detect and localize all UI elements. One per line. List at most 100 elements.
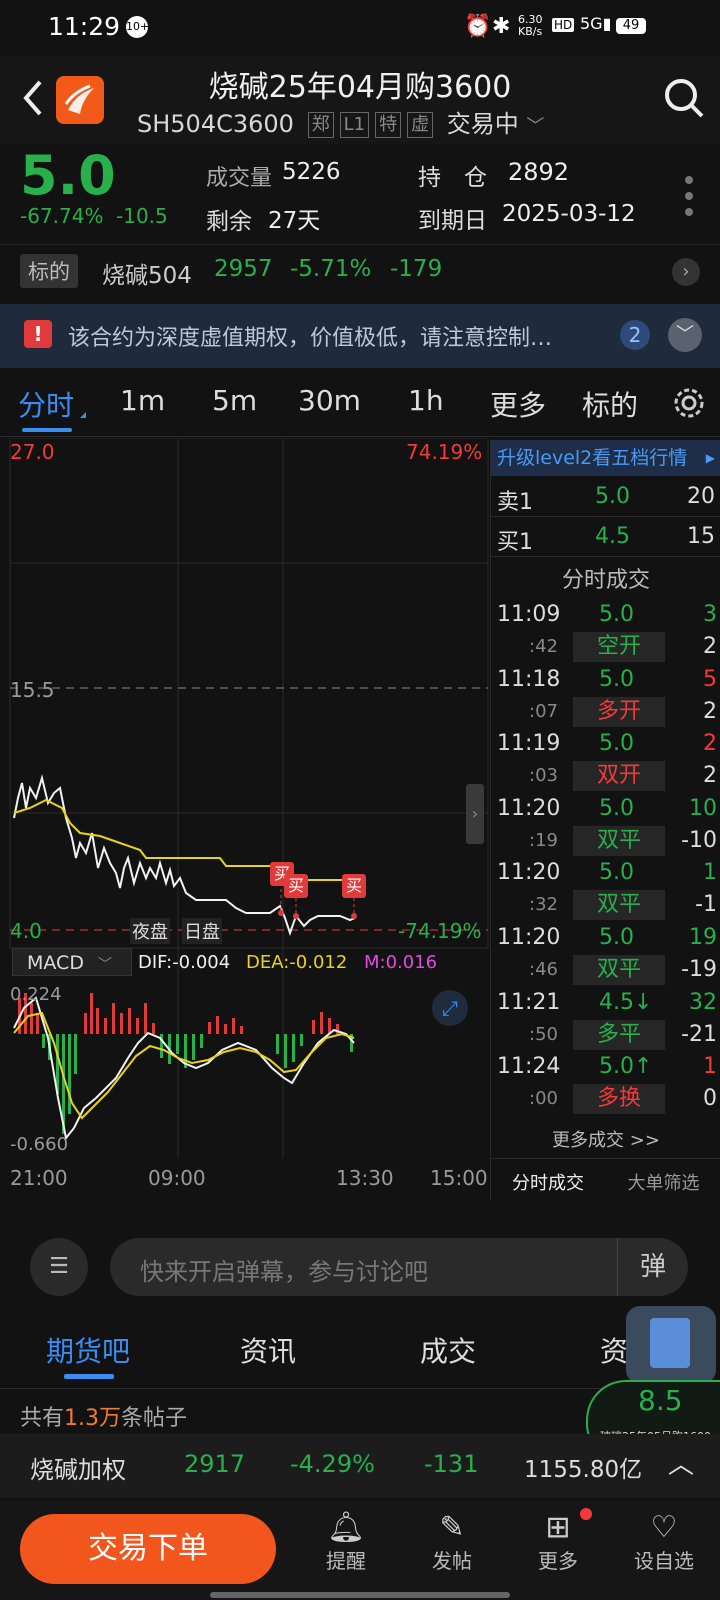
tab-1h[interactable]: 1h bbox=[408, 384, 444, 417]
tab-more[interactable]: 更多 bbox=[490, 384, 546, 424]
tick-oi-change: -10 bbox=[681, 827, 717, 853]
buy-marker[interactable]: 买 bbox=[284, 874, 308, 898]
expand-panel-handle[interactable]: › bbox=[466, 784, 484, 844]
quote-panel: 5.0 -67.74% -10.5 成交量 5226 剩余 27天 持 仓 28… bbox=[0, 144, 720, 245]
underlying-row[interactable]: 标的 烧碱504 2957 -5.71% -179 › bbox=[0, 246, 720, 300]
session-day-label: 日盘 bbox=[182, 918, 222, 944]
tab-5m[interactable]: 5m bbox=[212, 384, 257, 417]
chevron-right-icon[interactable]: › bbox=[672, 258, 700, 286]
tab-news[interactable]: 资讯 bbox=[240, 1330, 296, 1370]
tick-type: 双平 bbox=[573, 955, 665, 985]
tab-30m[interactable]: 30m bbox=[298, 384, 361, 417]
battery-icon: 49 bbox=[616, 18, 646, 34]
more-vert-icon[interactable] bbox=[684, 174, 694, 218]
tick-type: 多开 bbox=[573, 696, 665, 727]
tick-volume: 10 bbox=[689, 795, 717, 821]
tick-time: 11:20 bbox=[497, 925, 561, 950]
more-trades-link[interactable]: 更多成交 >> bbox=[491, 1126, 720, 1152]
expand-icon[interactable]: ﹀ bbox=[668, 318, 702, 352]
buy-marker[interactable]: 买 bbox=[342, 874, 366, 898]
grid-icon: ⊞ bbox=[518, 1508, 598, 1545]
tick-volume: 19 bbox=[689, 925, 717, 950]
underlying-change: -179 bbox=[390, 256, 443, 282]
period-tabs: 分时 1m 5m 30m 1h 更多 标的 bbox=[0, 372, 720, 437]
alert-text: 该合约为深度虚值期权，价值极低，请注意控制… bbox=[68, 326, 553, 351]
tick-time: 11:18 bbox=[497, 666, 561, 692]
floating-notes-widget[interactable] bbox=[626, 1306, 716, 1384]
tick-seconds: :50 bbox=[529, 1023, 558, 1045]
tab-intraday[interactable]: 分时 bbox=[18, 384, 74, 424]
tick-oi-change: 0 bbox=[703, 1086, 717, 1112]
ask-price: 5.0 bbox=[595, 484, 630, 509]
tag-exchange: 郑 bbox=[307, 112, 334, 138]
tag-special: 特 bbox=[375, 112, 402, 138]
tick-row: 11:24 5.0↑ 1:00 多换 0 bbox=[491, 1054, 720, 1118]
search-icon[interactable] bbox=[662, 76, 706, 120]
trading-state[interactable]: 交易中 bbox=[447, 110, 519, 138]
change-percent: -67.74% bbox=[20, 204, 104, 228]
ask-row: 卖1 5.0 20 bbox=[491, 480, 720, 517]
nav-favorite[interactable]: ♡ 设自选 bbox=[624, 1510, 704, 1574]
weighted-index-bar[interactable]: 烧碱加权 2917 -4.29% -131 1155.80亿 ︿ bbox=[0, 1434, 720, 1498]
tab-big-order[interactable]: 大单筛选 bbox=[606, 1169, 720, 1195]
underlying-label: 标的 bbox=[20, 254, 78, 288]
home-indicator bbox=[210, 1592, 510, 1598]
posts-number: 1.3万 bbox=[64, 1406, 122, 1431]
alert-count-badge: 2 bbox=[620, 320, 650, 350]
tick-volume: 5 bbox=[703, 666, 717, 692]
ticks-title: 分时成交 bbox=[561, 568, 650, 593]
upgrade-level2-banner[interactable]: 升级level2看五档行情 ▶ bbox=[491, 440, 720, 476]
tick-row: 11:19 5.0 2:03 双开 2 bbox=[491, 731, 720, 795]
tick-type: 空开 bbox=[573, 632, 665, 662]
tick-volume: 32 bbox=[689, 989, 717, 1015]
nav-post[interactable]: ✎ 发帖 bbox=[412, 1510, 492, 1574]
chevron-down-icon: ﹀ bbox=[98, 957, 113, 973]
macd-m: M:0.016 bbox=[364, 952, 438, 973]
tick-time: 11:21 bbox=[497, 989, 561, 1015]
risk-alert-banner[interactable]: ! 该合约为深度虚值期权，价值极低，请注意控制… 2 ﹀ bbox=[0, 304, 720, 368]
tick-oi-change: -1 bbox=[695, 892, 717, 918]
open-interest-label: 持 仓 bbox=[418, 165, 487, 191]
trade-order-button[interactable]: 交易下单 bbox=[20, 1514, 276, 1584]
weighted-price: 2917 bbox=[184, 1450, 246, 1478]
danmaku-send-button[interactable]: 弹 bbox=[617, 1238, 688, 1296]
notification-badge: 10+ bbox=[126, 16, 149, 38]
danmaku-placeholder: 快来开启弹幕，参与讨论吧 bbox=[140, 1258, 428, 1286]
tick-time: 11:20 bbox=[497, 795, 561, 821]
tab-active-indicator bbox=[22, 428, 72, 432]
community-tabs: 期货吧 资讯 成交 资料 bbox=[0, 1318, 720, 1389]
indicator-selector[interactable]: MACD ﹀ bbox=[12, 948, 132, 976]
chevron-down-icon[interactable]: ﹀ bbox=[526, 116, 544, 137]
tick-row: 11:09 5.0 3:42 空开 2 bbox=[491, 602, 720, 666]
notes-icon bbox=[650, 1318, 690, 1368]
tab-active-indicator bbox=[64, 1374, 114, 1379]
macd-dif: DIF:-0.004 bbox=[138, 952, 231, 973]
nav-more[interactable]: ⊞ 更多 bbox=[518, 1508, 598, 1574]
bottom-nav: 交易下单 🔔︎ 提醒 ✎ 发帖 ⊞ 更多 ♡ 设自选 bbox=[0, 1500, 720, 1600]
tab-forum[interactable]: 期货吧 bbox=[46, 1330, 130, 1370]
tick-volume: 1 bbox=[703, 1054, 717, 1080]
danmaku-settings-icon[interactable]: ☰ bbox=[30, 1238, 88, 1296]
nav-alert[interactable]: 🔔︎ 提醒 bbox=[306, 1510, 386, 1574]
page-title: 烧碱25年04月购3600 bbox=[208, 70, 512, 105]
tab-underlying[interactable]: 标的 bbox=[582, 384, 638, 424]
tick-volume: 1 bbox=[703, 860, 717, 886]
tab-trades[interactable]: 成交 bbox=[420, 1330, 476, 1370]
tick-oi-change: 2 bbox=[703, 698, 717, 724]
float-price: 8.5 bbox=[638, 1384, 683, 1417]
fullscreen-icon[interactable]: ⤢ bbox=[432, 990, 468, 1026]
tick-type: 双开 bbox=[573, 761, 665, 792]
header: 烧碱25年04月购3600 SH504C3600 郑 L1 特虚 交易中 ﹀ bbox=[0, 56, 720, 144]
intraday-chart[interactable]: 27.0 74.19% 15.5 4.0 -74.19% 夜盘 日盘 买 买 买… bbox=[0, 437, 490, 1198]
y-axis-top: 27.0 bbox=[10, 440, 55, 464]
tab-ticks[interactable]: 分时成交 bbox=[491, 1169, 605, 1195]
tick-time: 11:20 bbox=[497, 860, 561, 886]
tab-1m[interactable]: 1m bbox=[120, 384, 165, 417]
expiry-label: 到期日 bbox=[418, 208, 487, 234]
status-bar: 11:29 10+ 6.30 KB/s ⏰ ✱ HD 5G▮ 49 bbox=[0, 0, 720, 56]
tag-virtual: 虚 bbox=[407, 112, 434, 138]
tick-price: 5.0 bbox=[599, 795, 634, 821]
chevron-up-icon[interactable]: ︿ bbox=[668, 1444, 694, 1481]
danmaku-input[interactable]: 快来开启弹幕，参与讨论吧 弹 bbox=[110, 1238, 688, 1296]
settings-gear-icon[interactable] bbox=[672, 386, 706, 420]
